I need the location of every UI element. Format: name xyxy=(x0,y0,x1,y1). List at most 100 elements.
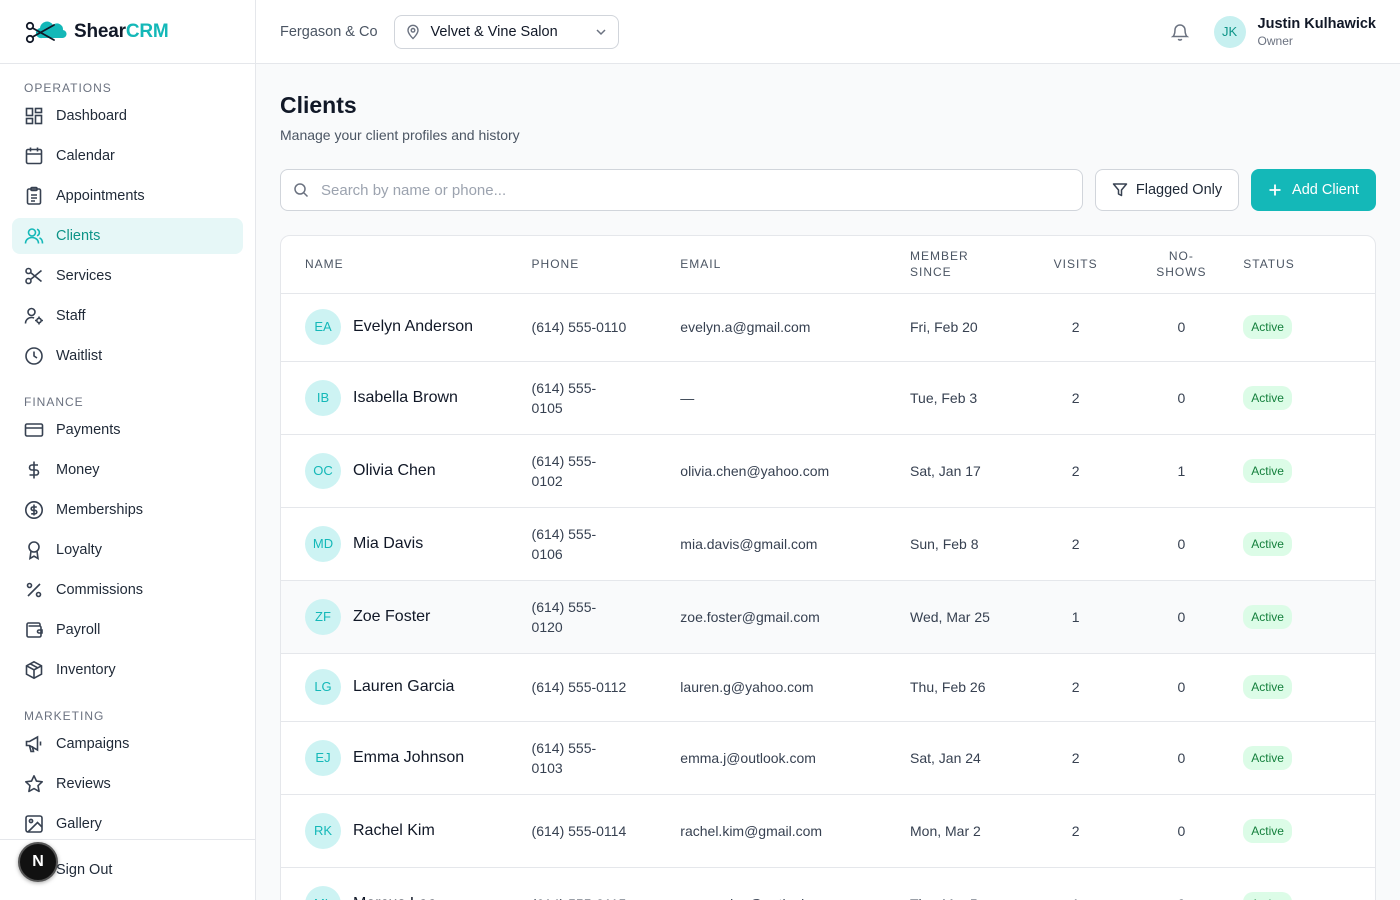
sidebar-item-waitlist[interactable]: Waitlist xyxy=(12,338,243,374)
user-avatar[interactable]: JK xyxy=(1213,15,1246,48)
column-header-member-since[interactable]: MEMBER SINCE xyxy=(910,236,1032,294)
cell-name: IB Isabella Brown xyxy=(281,361,532,435)
client-avatar: EJ xyxy=(305,739,341,776)
table-row[interactable]: ZF Zoe Foster (614) 555-0120 zoe.foster@gma… xyxy=(281,580,1375,654)
cell-no-shows: 0 xyxy=(1119,507,1244,581)
clipboard-icon xyxy=(24,186,44,206)
sidebar-item-payments[interactable]: Payments xyxy=(12,412,243,448)
table-row[interactable]: IB Isabella Brown (614) 555-0105 — Tue, Feb … xyxy=(281,361,1375,435)
sidebar-item-label: Services xyxy=(56,268,112,284)
client-name[interactable]: Lauren Garcia xyxy=(353,677,454,697)
sidebar-item-money[interactable]: Money xyxy=(12,452,243,488)
cell-phone: (614) 555-0103 xyxy=(531,721,681,795)
client-avatar: ML xyxy=(305,885,341,900)
search-input[interactable] xyxy=(321,181,1021,199)
client-name[interactable]: Rachel Kim xyxy=(353,821,435,841)
n-floating-badge[interactable]: N xyxy=(18,842,58,882)
sidebar-item-appointments[interactable]: Appointments xyxy=(12,178,243,214)
cell-visits: 1 xyxy=(1031,867,1120,900)
table-row[interactable]: MD Mia Davis (614) 555-0106 mia.davis@gmail… xyxy=(281,507,1375,581)
sidebar-item-services[interactable]: Services xyxy=(12,258,243,294)
sidebar-item-label: Payroll xyxy=(56,622,101,638)
cell-name: ML Marcus Lee xyxy=(281,867,532,900)
cell-no-shows: 0 xyxy=(1119,361,1244,435)
user-info[interactable]: Justin Kulhawick Owner xyxy=(1258,16,1376,48)
cell-phone: (614) 555-0105 xyxy=(531,361,681,435)
client-phone: (614) 555-0105 xyxy=(531,379,597,416)
cell-no-shows: 0 xyxy=(1119,653,1244,722)
cell-phone: (614) 555-0112 xyxy=(531,653,681,722)
cell-member-since: Sun, Feb 8 xyxy=(910,507,1032,581)
sidebar-item-calendar[interactable]: Calendar xyxy=(12,138,243,174)
sidebar-item-commissions[interactable]: Commissions xyxy=(12,572,243,608)
client-name-cell: EJ Emma Johnson xyxy=(305,739,532,776)
sidebar-item-staff[interactable]: Staff xyxy=(12,298,243,334)
client-name[interactable]: Olivia Chen xyxy=(353,461,436,481)
client-name[interactable]: Emma Johnson xyxy=(353,748,464,768)
sidebar-item-label: Dashboard xyxy=(56,108,127,124)
column-header-phone[interactable]: PHONE xyxy=(531,236,681,294)
wallet-icon xyxy=(24,620,44,640)
cell-name: MD Mia Davis xyxy=(281,507,532,581)
sidebar-item-loyalty[interactable]: Loyalty xyxy=(12,532,243,568)
cell-visits: 2 xyxy=(1031,794,1120,868)
column-header-name[interactable]: NAME xyxy=(281,236,532,294)
user-role: Owner xyxy=(1257,33,1293,48)
image-icon xyxy=(24,814,44,834)
flagged-only-button[interactable]: Flagged Only xyxy=(1095,169,1239,211)
cell-name: ZF Zoe Foster xyxy=(281,580,532,654)
table-row[interactable]: RK Rachel Kim (614) 555-0114 rachel.kim@gma… xyxy=(281,794,1375,868)
column-header-email[interactable]: EMAIL xyxy=(680,236,910,294)
sidebar-item-clients[interactable]: Clients xyxy=(12,218,243,254)
cell-email: emma.j@outlook.com xyxy=(680,721,910,795)
map-pin-icon xyxy=(405,24,421,40)
cell-email: lauren.g@yahoo.com xyxy=(680,653,910,722)
topbar: Fergason & Co Velvet & Vine Salon JK Jus… xyxy=(256,0,1400,64)
add-client-button[interactable]: Add Client xyxy=(1251,169,1376,211)
sidebar-item-label: Commissions xyxy=(56,582,144,598)
client-name[interactable]: Mia Davis xyxy=(353,534,423,554)
column-header-no-shows[interactable]: NO- SHOWS xyxy=(1119,236,1244,294)
plus-icon xyxy=(1268,183,1282,197)
client-name[interactable]: Evelyn Anderson xyxy=(353,317,473,337)
user-cog-icon xyxy=(24,306,44,326)
sidebar-item-label: Gallery xyxy=(56,816,102,832)
client-name[interactable]: Zoe Foster xyxy=(353,607,430,627)
sidebar-item-payroll[interactable]: Payroll xyxy=(12,612,243,648)
sidebar-item-dashboard[interactable]: Dashboard xyxy=(12,98,243,134)
sidebar-item-memberships[interactable]: Memberships xyxy=(12,492,243,528)
sidebar-item-reviews[interactable]: Reviews xyxy=(12,766,243,802)
column-header-visits[interactable]: VISITS xyxy=(1031,236,1120,294)
scissors-cloud-logo-icon xyxy=(25,21,67,43)
table-row[interactable]: LG Lauren Garcia (614) 555-0112 lauren.g@ya… xyxy=(281,653,1375,722)
clock-icon xyxy=(24,346,44,366)
table-row[interactable]: EA Evelyn Anderson (614) 555-0110 evelyn.a@… xyxy=(281,293,1375,362)
table-row[interactable]: ML Marcus Lee (614) 555-0115marcus.lee@out… xyxy=(281,867,1375,900)
client-name-cell: LG Lauren Garcia xyxy=(305,669,532,705)
column-header-status[interactable]: STATUS xyxy=(1243,236,1375,294)
cell-visits: 2 xyxy=(1031,721,1120,795)
star-icon xyxy=(24,774,44,794)
sidebar-item-label: Waitlist xyxy=(56,348,103,364)
topbar-right: JK Justin Kulhawick Owner xyxy=(1170,15,1376,48)
cell-visits: 2 xyxy=(1031,361,1120,435)
table-row[interactable]: EJ Emma Johnson (614) 555-0103 emma.j@outlo… xyxy=(281,721,1375,795)
client-name[interactable]: Marcus Lee xyxy=(353,894,437,900)
sidebar-item-campaigns[interactable]: Campaigns xyxy=(12,726,243,762)
client-avatar: ZF xyxy=(305,598,341,635)
cell-visits: 1 xyxy=(1031,580,1120,654)
status-badge: Active xyxy=(1243,604,1292,629)
sidebar-item-label: Staff xyxy=(56,308,86,324)
client-name[interactable]: Isabella Brown xyxy=(353,388,458,408)
sidebar-item-inventory[interactable]: Inventory xyxy=(12,652,243,688)
client-avatar: EA xyxy=(305,309,341,345)
brand-logo[interactable]: ShearCRM xyxy=(0,0,255,64)
cell-email: zoe.foster@gmail.com xyxy=(680,580,910,654)
sidebar-item-gallery[interactable]: Gallery xyxy=(12,806,243,842)
location-select[interactable]: Velvet & Vine Salon xyxy=(393,14,619,49)
sidebar-item-label: Memberships xyxy=(56,502,144,518)
client-name-cell: OC Olivia Chen xyxy=(305,452,532,489)
cell-visits: 2 xyxy=(1031,507,1120,581)
table-row[interactable]: OC Olivia Chen (614) 555-0102 olivia.chen@y… xyxy=(281,434,1375,508)
bell-icon[interactable] xyxy=(1170,22,1190,42)
